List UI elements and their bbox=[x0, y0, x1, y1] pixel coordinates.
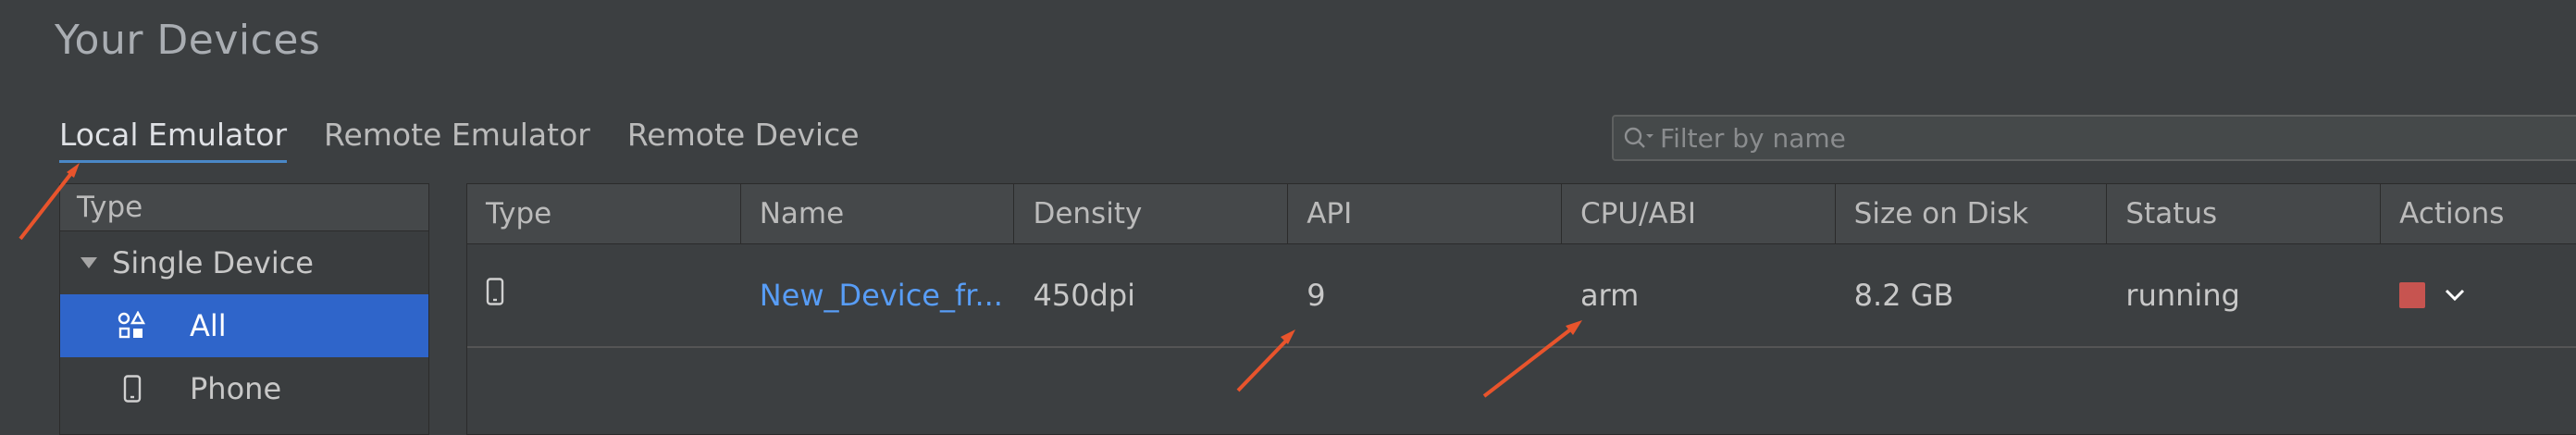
tree-item-label: All bbox=[190, 308, 227, 343]
page-title: Your Devices bbox=[55, 17, 321, 64]
table-header: Type Name Density API CPU/ABI Size on Di… bbox=[467, 184, 2576, 244]
tree-item-phone[interactable]: Phone bbox=[60, 357, 428, 420]
device-status: running bbox=[2125, 278, 2240, 313]
column-header-type[interactable]: Type bbox=[467, 184, 741, 243]
search-icon[interactable] bbox=[1623, 125, 1658, 151]
type-panel-header: Type bbox=[60, 184, 428, 231]
device-cpu-abi: arm bbox=[1579, 278, 1640, 313]
column-header-name[interactable]: Name bbox=[741, 184, 1015, 243]
device-actions bbox=[2381, 244, 2576, 346]
device-tabs: Local Emulator Remote Emulator Remote De… bbox=[59, 117, 860, 163]
tree-group-single-device[interactable]: Single Device bbox=[60, 231, 428, 294]
column-header-cpu-abi[interactable]: CPU/ABI bbox=[1562, 184, 1836, 243]
table-row[interactable]: New_Device_fr... 450dpi 9 arm 8.2 GB run… bbox=[467, 244, 2576, 348]
phone-icon bbox=[486, 278, 504, 313]
filter-input[interactable] bbox=[1658, 121, 2576, 155]
device-type-cell bbox=[467, 244, 741, 346]
device-name-link[interactable]: New_Device_fr... bbox=[741, 244, 1015, 346]
column-header-density[interactable]: Density bbox=[1014, 184, 1289, 243]
phone-icon bbox=[114, 375, 151, 403]
type-panel: Type Single Device All Phone bbox=[59, 183, 429, 435]
device-api: 9 bbox=[1307, 278, 1326, 313]
chevron-down-icon[interactable] bbox=[2444, 288, 2466, 303]
stop-button[interactable] bbox=[2399, 282, 2426, 308]
column-header-status[interactable]: Status bbox=[2107, 184, 2382, 243]
tab-remote-emulator[interactable]: Remote Emulator bbox=[324, 117, 590, 163]
triangle-down-icon[interactable] bbox=[80, 257, 97, 268]
tree-item-label: Phone bbox=[190, 371, 282, 406]
filter-box bbox=[1612, 115, 2576, 161]
grid-shapes-icon bbox=[114, 311, 151, 341]
column-header-api[interactable]: API bbox=[1288, 184, 1562, 243]
device-table: Type Name Density API CPU/ABI Size on Di… bbox=[466, 183, 2576, 435]
tab-local-emulator[interactable]: Local Emulator bbox=[59, 117, 288, 163]
device-size: 8.2 GB bbox=[1853, 278, 1954, 313]
column-header-actions[interactable]: Actions bbox=[2381, 184, 2576, 243]
device-density: 450dpi bbox=[1033, 278, 1136, 313]
tab-remote-device[interactable]: Remote Device bbox=[627, 117, 860, 163]
column-header-size[interactable]: Size on Disk bbox=[1836, 184, 2108, 243]
tree-group-label: Single Device bbox=[112, 245, 314, 280]
tree-item-all[interactable]: All bbox=[60, 294, 428, 357]
